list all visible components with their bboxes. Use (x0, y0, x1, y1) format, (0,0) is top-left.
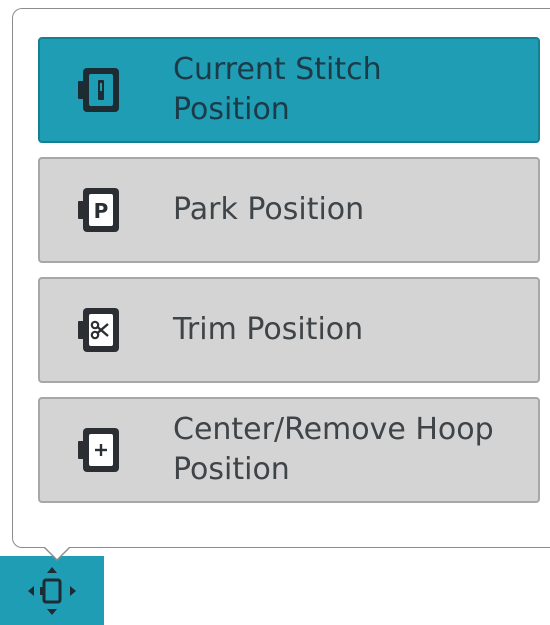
move-hoop-toggle-button[interactable] (0, 556, 104, 625)
hoop-scissors-icon (70, 300, 130, 360)
svg-text:P: P (94, 199, 109, 223)
center-remove-hoop-position-button[interactable]: Center/Remove Hoop Position (38, 397, 540, 503)
hoop-center-icon (70, 420, 130, 480)
move-hoop-icon (24, 563, 80, 619)
center-remove-hoop-position-label: Center/Remove Hoop Position (173, 412, 494, 487)
hoop-needle-icon (70, 60, 130, 120)
popup-pointer (44, 546, 70, 559)
current-stitch-position-button[interactable]: Current Stitch Position (38, 37, 540, 143)
hoop-park-icon: P (70, 180, 130, 240)
park-position-button[interactable]: P Park Position (38, 157, 540, 263)
current-stitch-position-label: Current Stitch Position (173, 52, 382, 127)
park-position-label: Park Position (173, 192, 365, 227)
trim-position-label: Trim Position (173, 312, 364, 347)
screen: Current Stitch Position P Park Position (0, 0, 550, 625)
trim-position-button[interactable]: Trim Position (38, 277, 540, 383)
